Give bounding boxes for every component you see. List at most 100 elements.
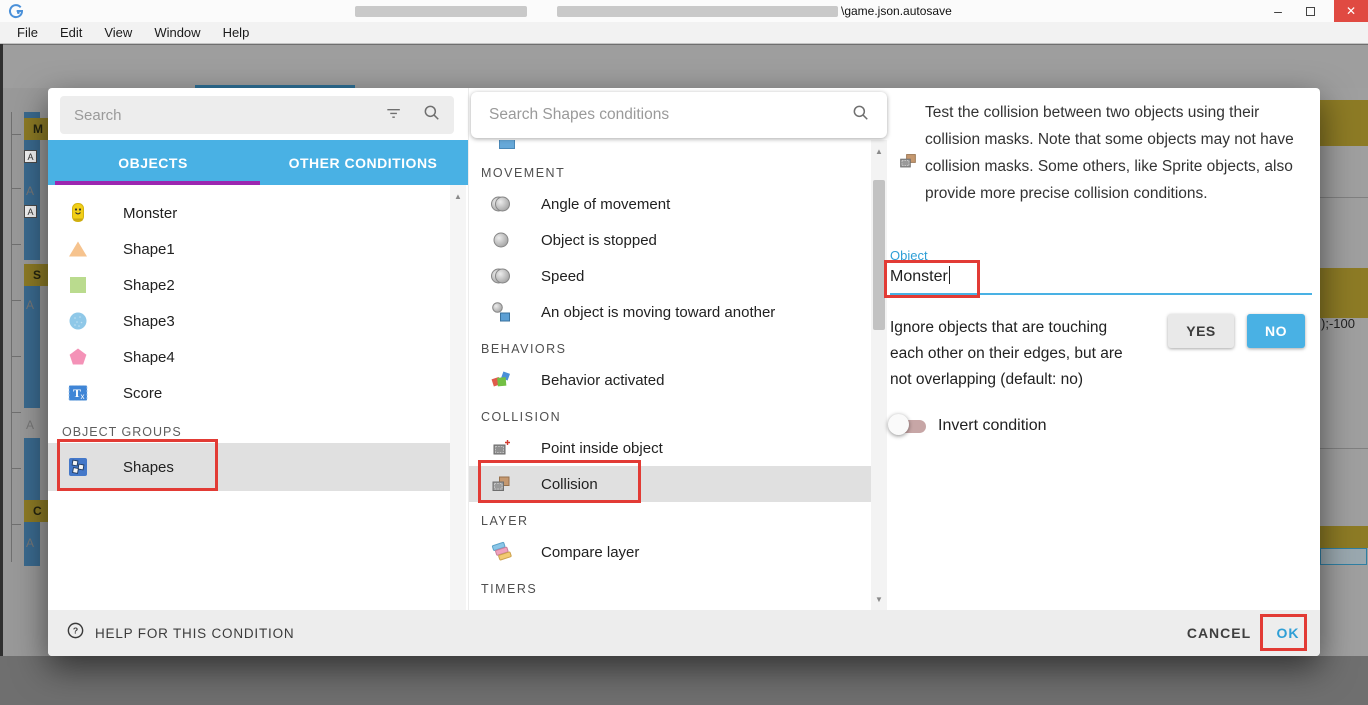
conditions-list: MOVEMENTAngle of movement Object is stopp… [469, 140, 889, 610]
redacted-title-block [557, 6, 838, 17]
screen: \game.json.autosave – ✕ File Edit View W… [0, 0, 1368, 705]
menu-edit[interactable]: Edit [49, 25, 93, 40]
yes-button[interactable]: YES [1168, 314, 1234, 348]
no-button[interactable]: NO [1247, 314, 1305, 348]
invert-toggle-knob[interactable] [888, 414, 909, 435]
background-comment: S [24, 264, 48, 286]
menu-help[interactable]: Help [212, 25, 261, 40]
help-label: HELP FOR THIS CONDITION [95, 626, 294, 641]
object-item-label: Shape3 [123, 313, 175, 330]
pentagon-icon [66, 345, 90, 369]
object-list: MonsterShape1Shape2Shape3Shape4TxScoreOB… [48, 185, 468, 610]
section-header-layer: LAYER [469, 502, 889, 534]
search-icon[interactable] [422, 103, 442, 128]
condition-item-timer[interactable]: Value of a timer [469, 602, 871, 610]
clipped-icon [499, 140, 515, 149]
help-link[interactable]: ? HELP FOR THIS CONDITION [66, 610, 294, 656]
annotation-box-ok [1260, 614, 1307, 651]
cancel-button[interactable]: CANCEL [1183, 610, 1255, 656]
background-text: A [26, 418, 34, 432]
monster-icon [66, 201, 90, 225]
menubar: File Edit View Window Help [0, 22, 1368, 44]
moving-toward-icon [489, 300, 513, 324]
background-action-icon: A [24, 205, 37, 218]
condition-item-label: Point inside object [541, 440, 663, 457]
search-icon[interactable] [851, 103, 871, 128]
conditions-search [471, 92, 887, 138]
left-tabs: OBJECTS OTHER CONDITIONS [48, 140, 468, 185]
close-button[interactable]: ✕ [1334, 0, 1368, 22]
object-item-label: Monster [123, 205, 177, 222]
background-dimmed-area [0, 656, 1368, 705]
dialog-footer: ? HELP FOR THIS CONDITION CANCEL OK [48, 610, 1320, 656]
objects-search-input[interactable] [72, 106, 384, 125]
tab-objects[interactable]: OBJECTS [48, 140, 258, 185]
background-comment: M [24, 118, 48, 140]
object-item-shape4[interactable]: Shape4 [48, 339, 450, 375]
menu-window[interactable]: Window [143, 25, 211, 40]
condition-item-angle[interactable]: Angle of movement [469, 186, 871, 222]
section-header-movement: MOVEMENT [469, 154, 889, 186]
background-comment: C [24, 500, 48, 522]
filter-icon[interactable] [384, 103, 404, 128]
objects-scrollbar[interactable]: ▲ [450, 185, 466, 610]
help-icon: ? [66, 621, 85, 645]
object-item-score[interactable]: Tx Score [48, 375, 450, 411]
condition-item-behavior[interactable]: Behavior activated [469, 362, 871, 398]
layers-icon [489, 540, 513, 564]
svg-text:?: ? [73, 626, 78, 636]
maximize-button[interactable] [1294, 0, 1326, 22]
conditions-scrollbar[interactable]: ▲ ▼ [871, 140, 887, 610]
scroll-thumb[interactable] [873, 180, 885, 330]
object-item-shape1[interactable]: Shape1 [48, 231, 450, 267]
condition-item-label: An object is moving toward another [541, 304, 775, 321]
menu-file[interactable]: File [6, 25, 49, 40]
objects-panel: OBJECTS OTHER CONDITIONS Monster Shape1 Sh… [48, 88, 468, 610]
scroll-up-icon[interactable]: ▲ [871, 144, 887, 158]
app-logo-icon [8, 3, 24, 19]
triangle-icon [66, 237, 90, 261]
background-text: A [26, 536, 34, 550]
condition-item-label: Compare layer [541, 544, 639, 561]
toolbar [0, 44, 1368, 88]
stopped-icon [489, 228, 513, 252]
ignore-question-label: Ignore objects that are touching each ot… [890, 315, 1145, 393]
object-item-monster[interactable]: Monster [48, 195, 450, 231]
condition-item-label: Object is stopped [541, 232, 657, 249]
object-item-label: Shape1 [123, 241, 175, 258]
menu-view[interactable]: View [93, 25, 143, 40]
object-item-shape3[interactable]: Shape3 [48, 303, 450, 339]
condition-item-label: Speed [541, 268, 584, 285]
condition-editor-dialog: OBJECTS OTHER CONDITIONS Monster Shape1 Sh… [48, 88, 1320, 656]
condition-description: Test the collision between two objects u… [925, 99, 1313, 207]
object-item-shape2[interactable]: Shape2 [48, 267, 450, 303]
invert-label: Invert condition [938, 417, 1047, 435]
tab-other-conditions[interactable]: OTHER CONDITIONS [258, 140, 468, 185]
background-text: A [26, 298, 34, 312]
background-selected-row [1320, 548, 1367, 565]
behavior-icon [489, 368, 513, 392]
condition-item-layers[interactable]: Compare layer [469, 534, 871, 570]
point-inside-icon [489, 436, 513, 460]
minimize-button[interactable]: – [1262, 0, 1294, 22]
titlebar: \game.json.autosave – ✕ [0, 0, 1368, 22]
condition-item-stopped[interactable]: Object is stopped [469, 222, 871, 258]
background-events-right: );-100 [1320, 88, 1368, 656]
condition-item-label: Behavior activated [541, 372, 664, 389]
object-item-label: Score [123, 385, 162, 402]
object-item-label: Shape4 [123, 349, 175, 366]
condition-item-speed[interactable]: Speed [469, 258, 871, 294]
scroll-down-icon[interactable]: ▼ [871, 592, 887, 606]
background-events-left: M S C A A A A A A [0, 88, 48, 656]
angle-icon [489, 192, 513, 216]
annotation-box-collision [478, 460, 641, 503]
collision-icon [897, 150, 919, 172]
conditions-search-input[interactable] [487, 105, 851, 125]
scroll-up-icon[interactable]: ▲ [450, 189, 466, 203]
clipped-row [469, 140, 889, 154]
condition-item-moving-toward[interactable]: An object is moving toward another [469, 294, 871, 330]
svg-text:x: x [81, 392, 85, 401]
text-object-icon: Tx [66, 381, 90, 405]
section-header-timers: TIMERS [469, 570, 889, 602]
section-header-collision: COLLISION [469, 398, 889, 430]
